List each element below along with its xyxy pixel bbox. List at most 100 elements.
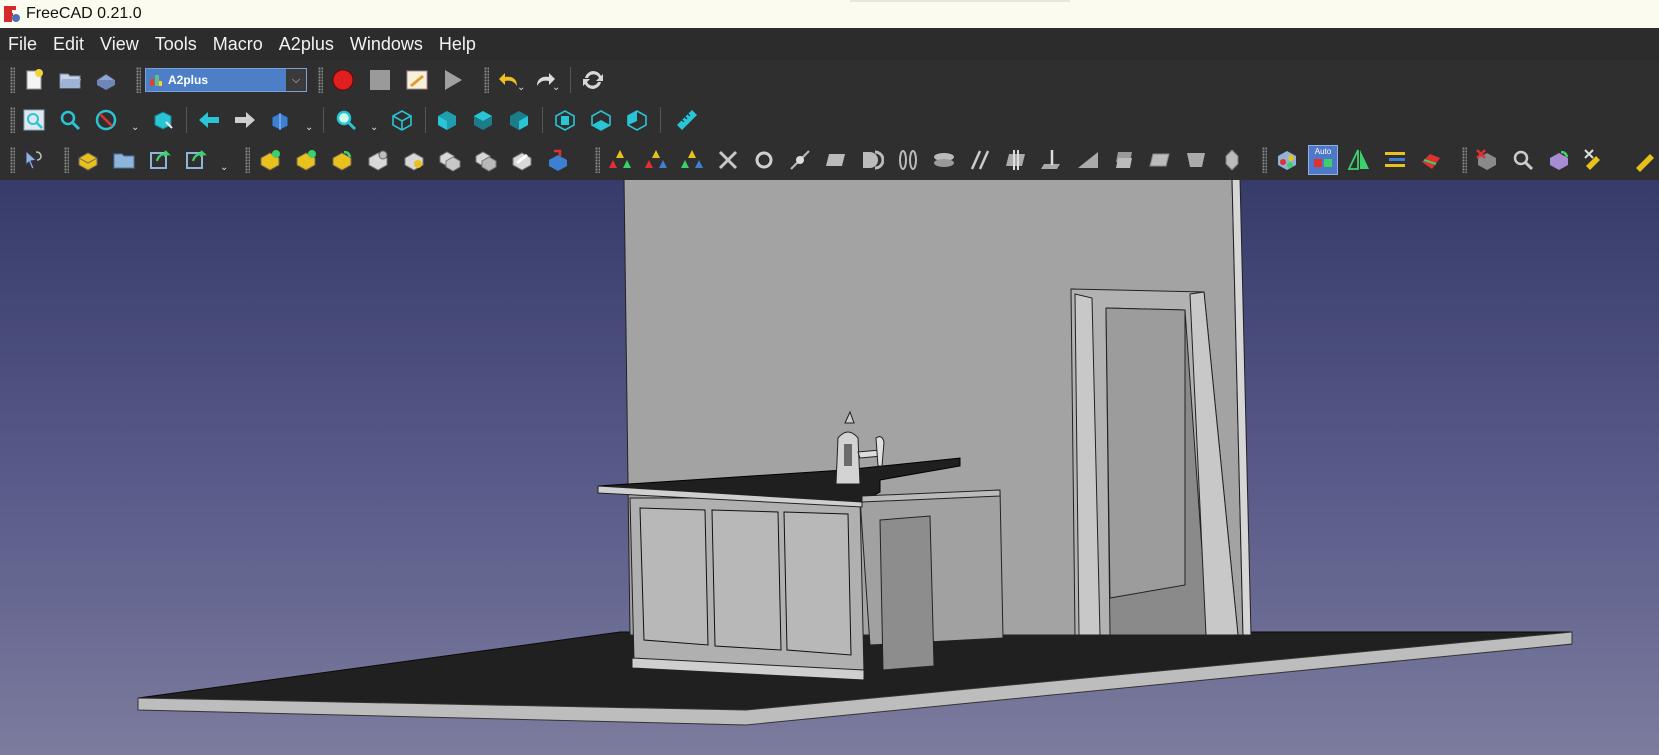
toolbar-grip[interactable] <box>484 67 489 93</box>
repair-part-button[interactable] <box>507 145 537 175</box>
bounding-box-icon <box>154 111 173 130</box>
circular-edge-button[interactable] <box>893 145 923 175</box>
point-on-line-button[interactable] <box>785 145 815 175</box>
std-views-button[interactable] <box>266 105 296 135</box>
fit-all-button[interactable] <box>19 105 49 135</box>
toolbar-grip[interactable] <box>136 67 141 93</box>
chevron-down-icon[interactable]: ⌄ <box>370 122 378 133</box>
macro-stop-button[interactable] <box>365 65 395 95</box>
constraint-face-button[interactable] <box>327 145 357 175</box>
right-view-button[interactable] <box>504 105 534 135</box>
toolbar-grip[interactable] <box>64 147 69 173</box>
gear-part-button[interactable] <box>363 145 393 175</box>
macro-record-button[interactable] <box>328 65 358 95</box>
toolbar-file: A2plus ⌵ ⌄ ⌄ <box>0 60 1659 100</box>
plane-coincident-button[interactable] <box>1145 145 1175 175</box>
back-button[interactable] <box>194 105 224 135</box>
axis-plane-parallel-button[interactable] <box>1001 145 1031 175</box>
lock-part-button[interactable] <box>399 145 429 175</box>
toolbar-grip[interactable] <box>10 67 15 93</box>
more-tools-button[interactable] <box>1630 145 1659 175</box>
menu-edit[interactable]: Edit <box>45 28 92 60</box>
measure-button[interactable] <box>672 105 702 135</box>
sphere-constraint-button[interactable] <box>857 145 887 175</box>
selection-filter-button[interactable] <box>19 145 49 175</box>
clean-up-button[interactable] <box>1580 145 1610 175</box>
chevron-down-icon[interactable]: ⌄ <box>517 82 525 93</box>
toolbar-grip[interactable] <box>245 147 250 173</box>
front-view-button[interactable] <box>432 105 462 135</box>
draw-style-button[interactable] <box>91 105 121 135</box>
point-on-line-icon <box>790 150 810 170</box>
menu-macro[interactable]: Macro <box>205 28 271 60</box>
menu-file[interactable]: File <box>0 28 45 60</box>
solve-button[interactable] <box>605 145 635 175</box>
convert-part-button[interactable] <box>471 145 501 175</box>
rear-view-button[interactable] <box>550 105 580 135</box>
constraint-edge-button[interactable] <box>291 145 321 175</box>
toolbar-grip[interactable] <box>595 147 600 173</box>
axial-constraint-button[interactable] <box>929 145 959 175</box>
menu-help[interactable]: Help <box>431 28 484 60</box>
menu-view[interactable]: View <box>92 28 147 60</box>
top-view-button[interactable] <box>468 105 498 135</box>
axial-icon <box>934 153 954 167</box>
delete-tree-button[interactable] <box>1472 145 1502 175</box>
toolbar-grip[interactable] <box>318 67 323 93</box>
constraint-viewer-button[interactable] <box>1416 145 1446 175</box>
edit-part-button[interactable] <box>181 145 211 175</box>
toggle-transparency-button[interactable] <box>1272 145 1302 175</box>
left-view-button[interactable] <box>622 105 652 135</box>
solve-each-button[interactable] <box>641 145 671 175</box>
menu-tools[interactable]: Tools <box>147 28 205 60</box>
bottom-view-button[interactable] <box>586 105 616 135</box>
axis-plane-normal-button[interactable] <box>1037 145 1067 175</box>
flip-part-button[interactable] <box>543 145 573 175</box>
constraint-point-button[interactable] <box>255 145 285 175</box>
flip-direction-button[interactable] <box>1344 145 1374 175</box>
angled-planes-button[interactable] <box>1181 145 1211 175</box>
propagate-button[interactable] <box>677 145 707 175</box>
bounding-box-button[interactable] <box>148 105 178 135</box>
auto-solve-toggle[interactable]: Auto <box>1308 145 1338 175</box>
chevron-down-icon[interactable]: ⌵ <box>286 69 306 91</box>
fit-selection-button[interactable] <box>55 105 85 135</box>
add-part-button[interactable] <box>73 145 103 175</box>
toolbar-grip[interactable] <box>10 147 15 173</box>
point-on-plane-button[interactable] <box>821 145 851 175</box>
refresh-button[interactable] <box>578 65 608 95</box>
forward-button[interactable] <box>230 105 260 135</box>
planes-parallel-button[interactable] <box>1109 145 1139 175</box>
toolbar-grip[interactable] <box>1462 147 1467 173</box>
macro-execute-button[interactable] <box>438 65 468 95</box>
workbench-selector[interactable]: A2plus ⌵ <box>145 68 307 92</box>
axis-parallel-button[interactable] <box>965 145 995 175</box>
add-folder-button[interactable] <box>109 145 139 175</box>
new-document-button[interactable] <box>19 65 49 95</box>
axis-plane-angle-button[interactable] <box>1073 145 1103 175</box>
macro-edit-button[interactable] <box>402 65 432 95</box>
delete-constraints-button[interactable] <box>713 145 743 175</box>
menu-a2plus[interactable]: A2plus <box>271 28 342 60</box>
toolbar-grip[interactable] <box>10 107 15 133</box>
search-button[interactable] <box>1508 145 1538 175</box>
parts-list-button[interactable] <box>1380 145 1410 175</box>
center-of-mass-button[interactable] <box>1217 145 1247 175</box>
title-drag-region[interactable] <box>850 0 1070 2</box>
migrate-proxies-button[interactable] <box>1544 145 1574 175</box>
3d-viewport[interactable] <box>0 180 1659 755</box>
point-constraint-button[interactable] <box>749 145 779 175</box>
chevron-down-icon[interactable]: ⌄ <box>131 122 139 133</box>
open-document-button[interactable] <box>55 65 85 95</box>
toolbar-grip[interactable] <box>1262 147 1267 173</box>
update-imported-button[interactable] <box>145 145 175 175</box>
chevron-down-icon[interactable]: ⌄ <box>552 82 560 93</box>
chevron-down-icon[interactable]: ⌄ <box>220 162 228 173</box>
menu-windows[interactable]: Windows <box>342 28 431 60</box>
save-document-button[interactable] <box>91 65 121 95</box>
zoom-button[interactable] <box>331 105 361 135</box>
a2plus-workbench-icon <box>150 75 162 86</box>
duplicate-part-button[interactable] <box>435 145 465 175</box>
chevron-down-icon[interactable]: ⌄ <box>305 122 313 133</box>
isometric-view-button[interactable] <box>387 105 417 135</box>
